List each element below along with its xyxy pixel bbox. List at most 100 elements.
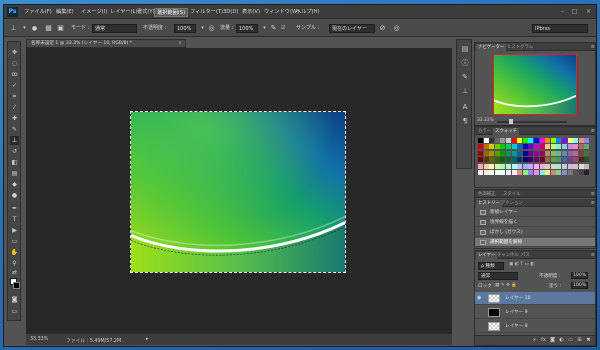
shape-tool-icon[interactable]: ▭ (10, 237, 19, 246)
eraser-tool-icon[interactable]: ◧ (10, 158, 19, 167)
menu-help[interactable]: ヘルプ(H) (294, 8, 322, 17)
pressure-opacity-icon[interactable]: ◎ (207, 24, 216, 33)
pen-tool-icon[interactable]: ✒ (10, 204, 19, 213)
color-swatch[interactable] (489, 144, 495, 150)
color-swatch[interactable] (478, 170, 483, 175)
color-swatch[interactable] (522, 144, 528, 150)
color-swatch[interactable] (578, 170, 584, 175)
zoom-readout[interactable]: 33.33% (30, 337, 48, 342)
color-swatch[interactable] (522, 163, 528, 169)
color-swatch[interactable] (545, 150, 551, 156)
color-swatch[interactable] (578, 144, 584, 150)
zoom-tool-icon[interactable]: ⚲ (10, 259, 19, 268)
minimize-icon[interactable]: – (558, 7, 567, 16)
trash-icon[interactable]: ✖ (585, 337, 592, 344)
color-swatch[interactable] (539, 144, 545, 150)
color-swatch[interactable] (494, 150, 500, 156)
color-swatch[interactable] (578, 150, 584, 156)
color-swatch[interactable] (489, 170, 495, 175)
color-swatch[interactable] (556, 157, 562, 163)
color-swatch[interactable] (578, 138, 584, 143)
new-layer-icon[interactable]: ⊞ (576, 337, 583, 344)
airbrush-icon[interactable]: ✎ (269, 24, 278, 33)
color-swatch[interactable] (556, 150, 562, 156)
color-swatch[interactable] (517, 157, 523, 163)
history-item[interactable]: 境界線を描く (475, 218, 595, 227)
lock-icons[interactable]: ▦ ✎ ✥ 🔒 (495, 283, 517, 288)
color-swatch[interactable] (550, 144, 556, 150)
lasso-tool-icon[interactable]: ꝏ (10, 70, 19, 79)
quick-mask-icon[interactable]: ◙ (10, 295, 19, 304)
layer-row[interactable]: レイヤー 9 (475, 306, 595, 319)
color-swatch[interactable] (578, 163, 584, 169)
clone-source-icon[interactable]: ⊥ (460, 86, 470, 96)
color-swatch[interactable] (545, 138, 551, 143)
color-swatch[interactable] (584, 138, 590, 143)
color-swatch[interactable] (573, 144, 579, 150)
color-swatch[interactable] (584, 150, 590, 156)
document-tab[interactable]: 名称未設定 1 @ 33.3% (レイヤー 10, RGB/8) * × (26, 39, 186, 48)
history-panel-icon[interactable]: ▤ (460, 44, 470, 54)
color-swatch[interactable] (500, 144, 506, 150)
filter-icons[interactable]: ▣ ◐ T ▭ ◧ (509, 262, 535, 267)
color-swatch[interactable] (500, 138, 506, 143)
color-swatch[interactable] (506, 138, 511, 143)
color-swatch[interactable] (478, 157, 483, 163)
panel-menu-icon[interactable]: ≡ (591, 251, 595, 259)
color-swatch[interactable] (539, 138, 545, 143)
status-arrow-icon[interactable]: ▸ (146, 337, 148, 342)
history-brush-tool-icon[interactable]: ↺ (10, 147, 19, 156)
color-swatch[interactable] (573, 163, 579, 169)
move-tool-icon[interactable]: ✥ (10, 48, 19, 57)
zoom-slider-knob[interactable] (509, 119, 513, 124)
color-swatch[interactable] (573, 170, 579, 175)
color-swatch[interactable] (539, 157, 545, 163)
brush-tool-icon[interactable]: ✎ (10, 125, 19, 134)
color-swatch[interactable] (556, 144, 562, 150)
clone-stamp-icon[interactable]: ⊥ (9, 24, 18, 33)
color-swatch[interactable] (539, 170, 545, 175)
visibility-eye-icon[interactable]: ◉ (477, 295, 484, 302)
visibility-eye-icon[interactable] (477, 323, 484, 330)
chevron-down-icon[interactable]: ▾ (198, 24, 207, 33)
image-canvas[interactable] (130, 111, 346, 273)
tab-swatches[interactable]: スウォッチ (493, 128, 519, 135)
color-swatch[interactable] (567, 170, 573, 175)
tab-actions[interactable]: アクション (499, 200, 525, 207)
color-swatch[interactable] (584, 144, 590, 150)
visibility-eye-icon[interactable] (477, 309, 484, 316)
pressure-size-icon[interactable]: ◎ (392, 24, 401, 33)
navigator-thumbnail[interactable] (493, 54, 577, 115)
character-panel-icon[interactable]: A (460, 102, 470, 112)
color-swatch[interactable] (534, 138, 539, 143)
link-layers-icon[interactable]: ∞ (531, 337, 538, 344)
color-swatch[interactable] (573, 138, 579, 143)
color-swatch[interactable] (483, 163, 489, 169)
color-swatch[interactable] (511, 163, 517, 169)
color-swatch[interactable] (528, 144, 534, 150)
color-swatch[interactable] (522, 157, 528, 163)
color-swatch[interactable] (556, 163, 562, 169)
fill-input[interactable]: 100% (571, 282, 589, 289)
color-swatch[interactable] (562, 150, 567, 156)
gradient-tool-icon[interactable]: ▤ (10, 169, 19, 178)
color-swatch[interactable] (483, 170, 489, 175)
color-swatch[interactable] (584, 157, 590, 163)
color-swatch[interactable] (562, 170, 567, 175)
blend-mode-select[interactable]: 通常 (478, 272, 518, 280)
tab-channels[interactable]: チャンネル (495, 252, 521, 259)
color-swatch[interactable] (483, 144, 489, 150)
brush-panel-icon[interactable]: ✎ (460, 72, 470, 82)
color-swatch[interactable] (517, 150, 523, 156)
layer-kind-filter[interactable]: ρ 種類 (478, 262, 504, 270)
flow-input[interactable]: 100% (236, 24, 258, 33)
layer-opacity-input[interactable]: 100% (571, 272, 589, 279)
color-swatch[interactable] (562, 157, 567, 163)
background-color[interactable] (13, 282, 20, 289)
color-swatch[interactable] (483, 138, 489, 143)
color-swatch[interactable] (511, 144, 517, 150)
color-swatch[interactable] (528, 157, 534, 163)
color-swatch[interactable] (545, 170, 551, 175)
color-swatch[interactable] (578, 157, 584, 163)
workspace-select[interactable]: IPbrss (532, 24, 588, 33)
